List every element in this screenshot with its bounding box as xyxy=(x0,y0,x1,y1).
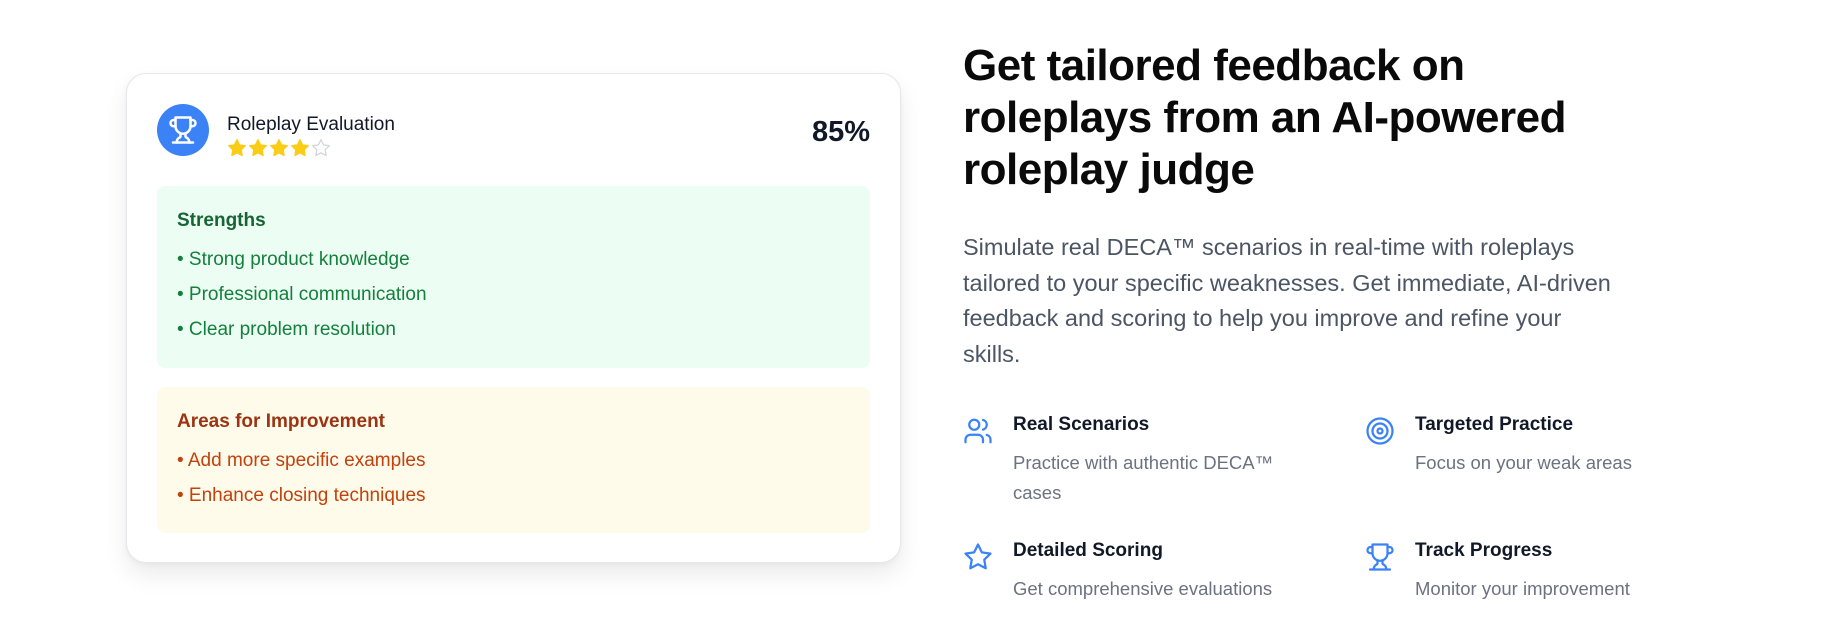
feature-title: Track Progress xyxy=(1415,540,1553,561)
improvement-panel: Areas for Improvement • Add more specifi… xyxy=(157,387,870,533)
strengths-title: Strengths xyxy=(177,210,266,231)
evaluation-card: Roleplay Evaluation 85% Strengths • Stro… xyxy=(126,73,901,563)
trophy-icon xyxy=(169,116,197,144)
card-title: Roleplay Evaluation xyxy=(227,114,395,135)
star-filled-icon xyxy=(270,139,288,157)
strengths-panel: Strengths • Strong product knowledge • P… xyxy=(157,186,870,368)
strength-item: • Professional communication xyxy=(177,284,427,305)
star-filled-icon xyxy=(228,139,246,157)
improvement-item: • Add more specific examples xyxy=(177,450,426,471)
strength-item: • Strong product knowledge xyxy=(177,249,410,270)
star-empty-icon xyxy=(312,139,330,157)
feature-title: Targeted Practice xyxy=(1415,414,1574,435)
card-header: Roleplay Evaluation 85% xyxy=(157,104,870,158)
feature-title: Real Scenarios xyxy=(1013,414,1150,435)
feature-title: Detailed Scoring xyxy=(1013,540,1163,561)
star-filled-icon xyxy=(249,139,267,157)
star-rating xyxy=(227,138,331,158)
star-icon xyxy=(964,543,992,570)
feature-description: Monitor your improvement xyxy=(1415,578,1630,599)
users-icon xyxy=(964,418,992,444)
page-description: Simulate real DECA™ scenarios in real-ti… xyxy=(963,234,1611,367)
strength-item: • Clear problem resolution xyxy=(177,319,396,340)
trophy-badge xyxy=(157,104,209,156)
score-value: 85% xyxy=(811,116,870,148)
improvement-item: • Enhance closing techniques xyxy=(177,485,426,506)
trophy-icon xyxy=(1366,543,1394,571)
page-headline: Get tailored feedback on roleplays from … xyxy=(963,41,1566,194)
feature-description: Practice with authentic DECA™ cases xyxy=(1013,452,1274,503)
improvement-title: Areas for Improvement xyxy=(177,411,386,432)
star-filled-icon xyxy=(291,139,309,157)
feature-description: Get comprehensive evaluations xyxy=(1013,578,1273,599)
feature-description: Focus on your weak areas xyxy=(1415,452,1632,473)
target-icon xyxy=(1366,417,1394,445)
